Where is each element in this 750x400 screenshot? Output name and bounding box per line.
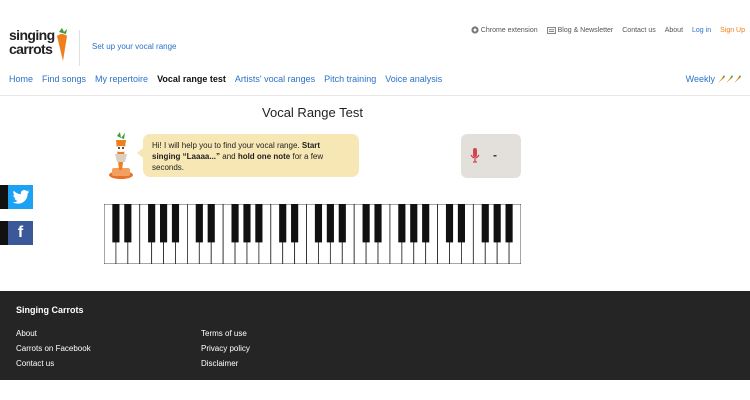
site-logo[interactable]: singing carrots [9,28,71,64]
piano-black-key[interactable] [481,204,489,243]
nav-item-my-repertoire[interactable]: My repertoire [95,74,148,84]
piano-black-key[interactable] [493,204,501,243]
mic-panel: - [461,134,521,178]
piano-black-key[interactable] [207,204,215,243]
nav-item-find-songs[interactable]: Find songs [42,74,86,84]
footer-link-terms-of-use[interactable]: Terms of use [201,329,250,338]
piano-black-key[interactable] [445,204,454,243]
footer-link-contact-us[interactable]: Contact us [16,359,91,368]
weekly-label: Weekly [685,74,715,84]
piano-black-key[interactable] [124,204,132,243]
piano-black-key[interactable] [279,204,287,243]
piano-black-key[interactable] [422,204,430,243]
piano-black-key[interactable] [326,204,334,243]
piano-black-key[interactable] [159,204,168,243]
blog-newsletter-link[interactable]: Blog & Newsletter [546,26,614,34]
footer-link-privacy-policy[interactable]: Privacy policy [201,344,250,353]
chrome-extension-link[interactable]: Chrome extension [471,26,538,34]
piano-black-key[interactable] [338,204,346,243]
chrome-icon [471,26,479,34]
page-title: Vocal Range Test [262,105,363,120]
contact-us-link[interactable]: Contact us [622,27,655,34]
carrot-icon [718,74,741,83]
piano-black-key[interactable] [112,204,120,243]
sign-up-link[interactable]: Sign Up [720,27,745,34]
nav-item-vocal-range-test[interactable]: Vocal range test [157,74,226,84]
piano-black-key[interactable] [457,204,466,243]
piano-black-key[interactable] [255,204,263,243]
facebook-icon: f [17,224,24,241]
piano-black-key[interactable] [410,204,418,243]
piano-black-key[interactable] [195,204,203,243]
bubble-bold-2: hold one note [237,152,291,161]
chrome-extension-label: Chrome extension [480,26,538,34]
detected-note-readout: - [493,148,497,162]
carrot-mascot-icon [109,132,133,179]
twitter-share-button[interactable] [0,185,33,209]
site-footer: Singing Carrots About Carrots on Faceboo… [0,291,750,380]
piano-black-key[interactable] [398,204,406,243]
main-nav: Home Find songs My repertoire Vocal rang… [9,74,442,84]
footer-link-carrots-on-facebook[interactable]: Carrots on Facebook [16,344,91,353]
logo-text: singing carrots [9,28,55,56]
nav-item-artists-vocal-ranges[interactable]: Artists' vocal ranges [235,74,315,84]
piano-keyboard[interactable] [104,204,521,264]
top-links: Chrome extension Blog & Newsletter Conta… [471,26,745,34]
footer-link-about[interactable]: About [16,329,91,338]
footer-link-disclaimer[interactable]: Disclaimer [201,359,250,368]
logo-line-2: carrots [9,41,53,57]
setup-vocal-range-link[interactable]: Set up your vocal range [92,42,177,51]
twitter-icon [12,190,29,204]
piano-black-key[interactable] [505,204,513,243]
piano-black-key[interactable] [362,204,370,243]
piano-black-key[interactable] [374,204,382,243]
piano-black-key[interactable] [291,204,299,243]
about-link[interactable]: About [665,27,683,34]
microphone-icon[interactable] [470,148,480,163]
bubble-text-1: Hi! I will help you to find your vocal r… [152,141,302,150]
bubble-text-2: and [220,152,238,161]
logo-divider [79,30,80,66]
facebook-share-button[interactable]: f [0,221,33,245]
footer-column-1: About Carrots on Facebook Contact us [16,329,91,368]
piano-black-key[interactable] [243,204,251,243]
piano-black-key[interactable] [148,204,156,243]
nav-item-voice-analysis[interactable]: Voice analysis [385,74,442,84]
log-in-link[interactable]: Log in [692,27,711,34]
carrot-logo-icon [57,28,67,61]
nav-item-home[interactable]: Home [9,74,33,84]
blog-newsletter-label: Blog & Newsletter [557,26,614,34]
site-header: singing carrots Set up your vocal range … [0,0,750,96]
instructions-bubble: Hi! I will help you to find your vocal r… [137,134,359,177]
nav-item-pitch-training[interactable]: Pitch training [324,74,376,84]
footer-title: Singing Carrots [16,305,84,315]
piano-black-key[interactable] [231,204,239,243]
weekly-link[interactable]: Weekly [686,74,741,84]
footer-column-2: Terms of use Privacy policy Disclaimer [201,329,250,368]
piano-black-key[interactable] [171,204,180,243]
newsletter-icon [546,26,556,34]
piano-black-key[interactable] [314,204,323,243]
logo-line-1: singing [9,27,55,43]
